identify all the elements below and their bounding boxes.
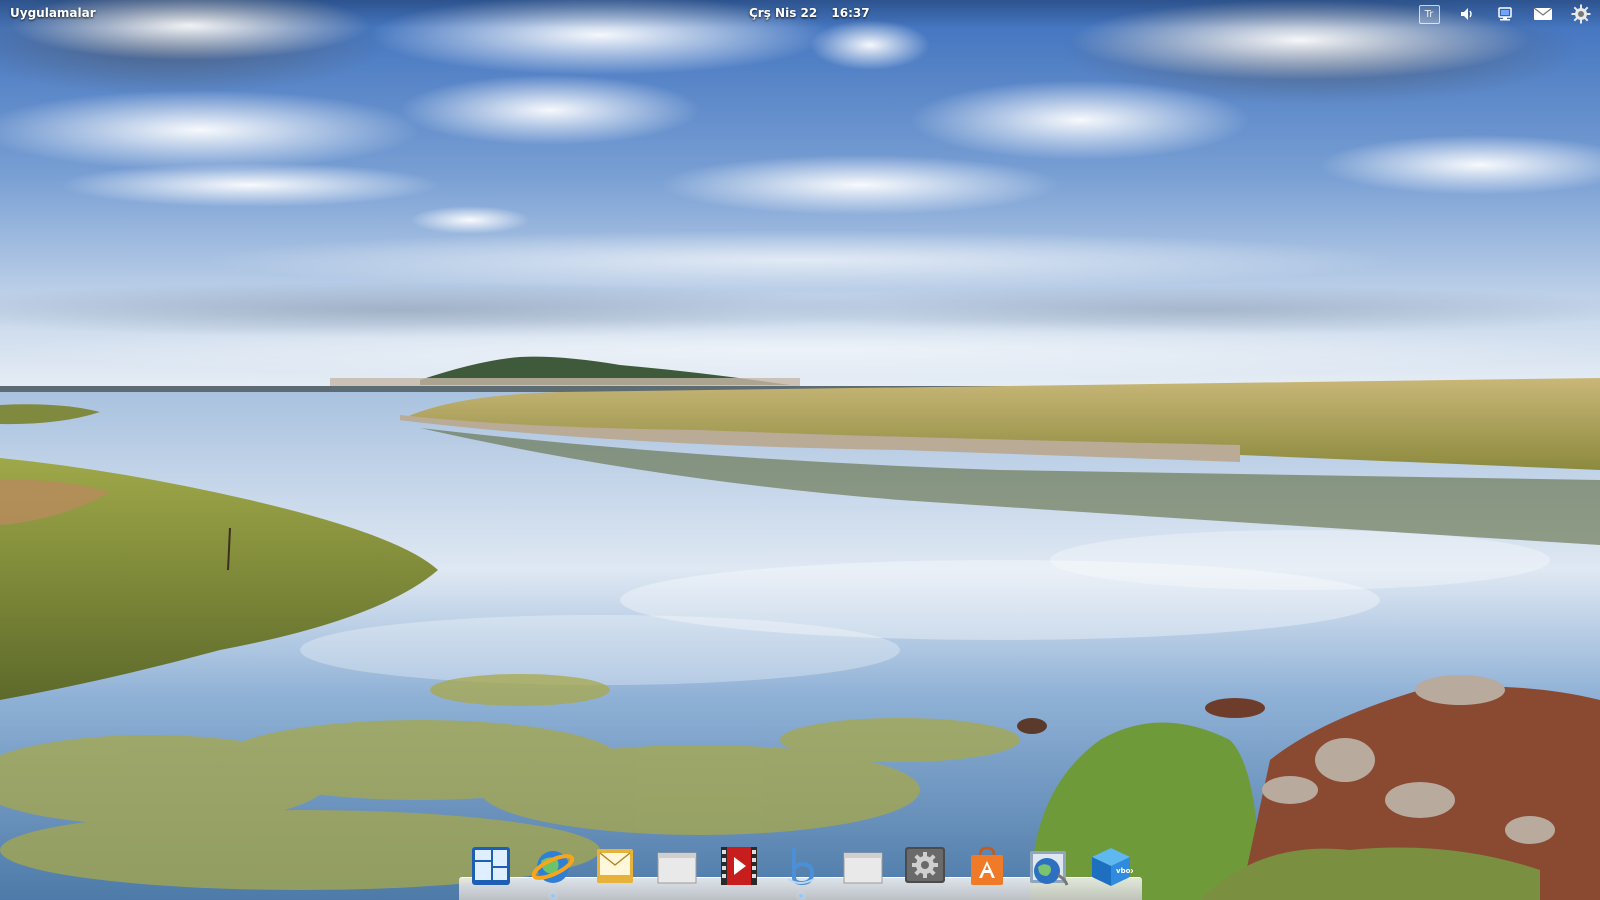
system-settings-glyph <box>905 847 945 883</box>
video-player-glyph <box>721 847 757 885</box>
top-panel: Uygulamalar Çrş Nis 22 16:37 Tr <box>0 0 1600 28</box>
network-icon[interactable] <box>1486 0 1524 28</box>
clock-time: 16:37 <box>831 6 870 20</box>
multitasking-view-glyph <box>472 847 510 885</box>
multitasking-view-icon[interactable] <box>467 845 515 895</box>
mail-client-icon[interactable] <box>591 845 639 895</box>
clock-date: Çrş Nis 22 <box>749 6 818 20</box>
dock-items: vbox <box>467 845 1135 898</box>
video-player-icon[interactable] <box>715 845 763 895</box>
b-app-icon[interactable] <box>777 845 825 898</box>
running-indicator <box>551 894 555 898</box>
wallpaper <box>0 0 1600 900</box>
session-gear-icon[interactable] <box>1562 0 1600 28</box>
system-settings-icon[interactable] <box>901 845 949 895</box>
mail-icon-glyph <box>1533 7 1553 20</box>
session-gear-icon-glyph <box>1571 4 1591 24</box>
blank-window-icon-2[interactable] <box>839 845 887 895</box>
desktop[interactable]: Uygulamalar Çrş Nis 22 16:37 Tr vbox <box>0 0 1600 900</box>
mail-icon[interactable] <box>1524 0 1562 28</box>
virtualbox-label: vbox <box>1116 867 1133 875</box>
web-browser-glyph <box>531 851 575 883</box>
volume-icon-glyph <box>1461 8 1472 20</box>
virtualbox-glyph: vbox <box>1092 848 1133 886</box>
mail-client-glyph <box>597 849 633 883</box>
keyboard-layout-indicator[interactable]: Tr <box>1410 0 1448 28</box>
indicator-area: Tr <box>1410 0 1600 28</box>
applications-menu[interactable]: Uygulamalar <box>10 6 96 20</box>
software-center-glyph <box>971 846 1003 885</box>
blank-window-icon[interactable] <box>653 845 701 895</box>
dock: vbox <box>459 845 1142 900</box>
blank-window-glyph <box>657 852 697 884</box>
software-center-icon[interactable] <box>963 845 1011 895</box>
clock[interactable]: Çrş Nis 22 16:37 <box>749 6 870 20</box>
volume-icon[interactable] <box>1448 0 1486 28</box>
virtualbox-icon[interactable]: vbox <box>1087 845 1135 895</box>
blank-window-2-glyph <box>843 852 883 884</box>
keyboard-layout-label: Tr <box>1418 4 1440 24</box>
web-browser-icon[interactable] <box>529 845 577 898</box>
network-icon-glyph <box>1498 7 1512 21</box>
running-indicator <box>799 894 803 898</box>
globe-folder-glyph <box>1030 851 1069 886</box>
globe-folder-icon[interactable] <box>1025 845 1073 895</box>
b-app-glyph <box>787 847 815 886</box>
